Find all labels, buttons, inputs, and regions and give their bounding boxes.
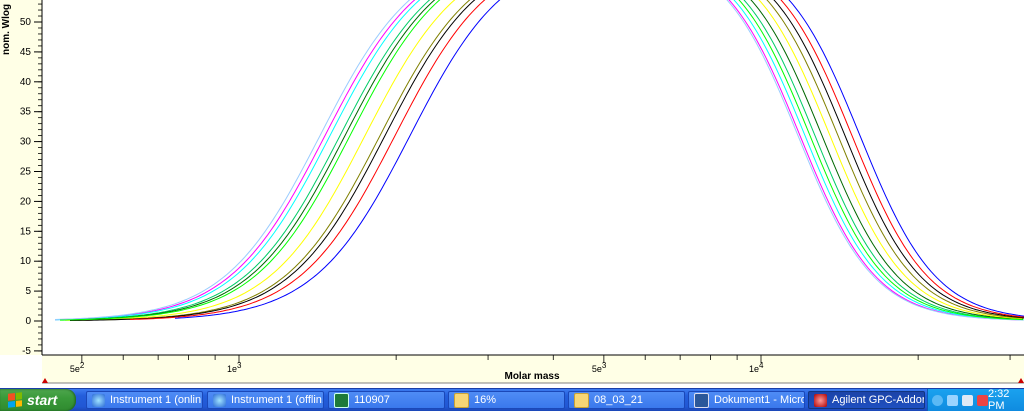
agilent-icon	[814, 393, 827, 407]
y-tick-label: 10	[20, 256, 32, 267]
taskbar-item-dokument1[interactable]: Dokument1 - Micros...	[688, 391, 805, 409]
instrument-icon	[92, 393, 105, 407]
distribution-curves	[54, 0, 1024, 321]
y-tick-label: 0	[25, 316, 31, 327]
system-tray: 2:32 PM	[927, 388, 1024, 412]
taskbar-item-folder-16[interactable]: 16%	[448, 391, 565, 409]
y-tick-label: -5	[22, 346, 31, 357]
y-tick-label: 20	[20, 196, 32, 207]
svg-text:1e: 1e	[749, 364, 759, 374]
start-label: start	[27, 392, 58, 408]
task-label: 110907	[354, 394, 390, 406]
taskbar-item-instrument-offline[interactable]: Instrument 1 (offlin...	[207, 391, 324, 409]
task-label: Instrument 1 (offlin...	[231, 394, 324, 406]
start-button[interactable]: start	[0, 389, 76, 411]
y-tick-label: 5	[25, 286, 31, 297]
distribution-curve	[54, 0, 1024, 321]
distribution-curve	[54, 0, 1024, 321]
windows-taskbar: start Instrument 1 (onlin... Instrument …	[0, 388, 1024, 412]
distribution-curve	[69, 0, 1024, 321]
x-axis-label: Molar mass	[504, 371, 559, 382]
distribution-curve	[60, 0, 1024, 321]
task-label: Agilent GPC-Addon ...	[832, 394, 925, 406]
taskbar-item-folder-08-03-21[interactable]: 08_03_21	[568, 391, 685, 409]
task-label: Instrument 1 (onlin...	[110, 394, 203, 406]
distribution-curve	[174, 0, 1024, 319]
distribution-curve	[59, 0, 1024, 321]
svg-text:3: 3	[237, 361, 242, 370]
task-label: 16%	[474, 394, 497, 406]
distribution-curve	[60, 0, 1024, 321]
excel-icon	[334, 392, 349, 408]
task-label: 08_03_21	[594, 394, 643, 406]
network-icon[interactable]	[947, 394, 958, 406]
svg-text:3: 3	[602, 361, 607, 370]
clock: 2:32 PM	[988, 388, 1010, 412]
svg-text:5e: 5e	[70, 364, 80, 374]
distribution-curve	[70, 0, 1024, 321]
taskbar-item-110907[interactable]: 110907	[328, 391, 445, 409]
svg-text:4: 4	[759, 361, 764, 370]
svg-text:5e: 5e	[592, 364, 602, 374]
volume-icon[interactable]	[962, 394, 973, 406]
distribution-curve	[54, 0, 1024, 321]
security-icon[interactable]	[977, 394, 988, 406]
folder-icon	[574, 392, 589, 408]
y-tick-label: 30	[20, 137, 32, 148]
y-tick-label: 15	[20, 226, 32, 237]
y-tick-label: 35	[20, 107, 32, 118]
y-tick-label: 45	[20, 47, 32, 58]
folder-icon	[454, 392, 469, 408]
y-axis-label: nom. Wlog	[1, 4, 12, 55]
taskbar-item-instrument-online[interactable]: Instrument 1 (onlin...	[86, 391, 203, 409]
y-tick-label: 40	[20, 77, 32, 88]
task-label: Dokument1 - Micros...	[714, 394, 804, 406]
svg-text:1e: 1e	[227, 364, 237, 374]
y-tick-label: 25	[20, 167, 32, 178]
windows-flag-icon	[8, 392, 22, 408]
distribution-curve	[64, 0, 1023, 321]
svg-text:2: 2	[80, 361, 85, 370]
y-tick-label: 50	[20, 17, 32, 28]
instrument-icon	[213, 393, 226, 407]
arrow-left-icon[interactable]	[932, 394, 943, 406]
taskbar-item-agilent-gpc-addon[interactable]: Agilent GPC-Addon ...	[808, 391, 925, 409]
gpc-plot-area: nom. Wlog 50454035302520151050-5 5e 2 1e 3 5…	[0, 0, 1024, 384]
distribution-curve	[129, 0, 1024, 320]
word-icon	[694, 392, 709, 408]
